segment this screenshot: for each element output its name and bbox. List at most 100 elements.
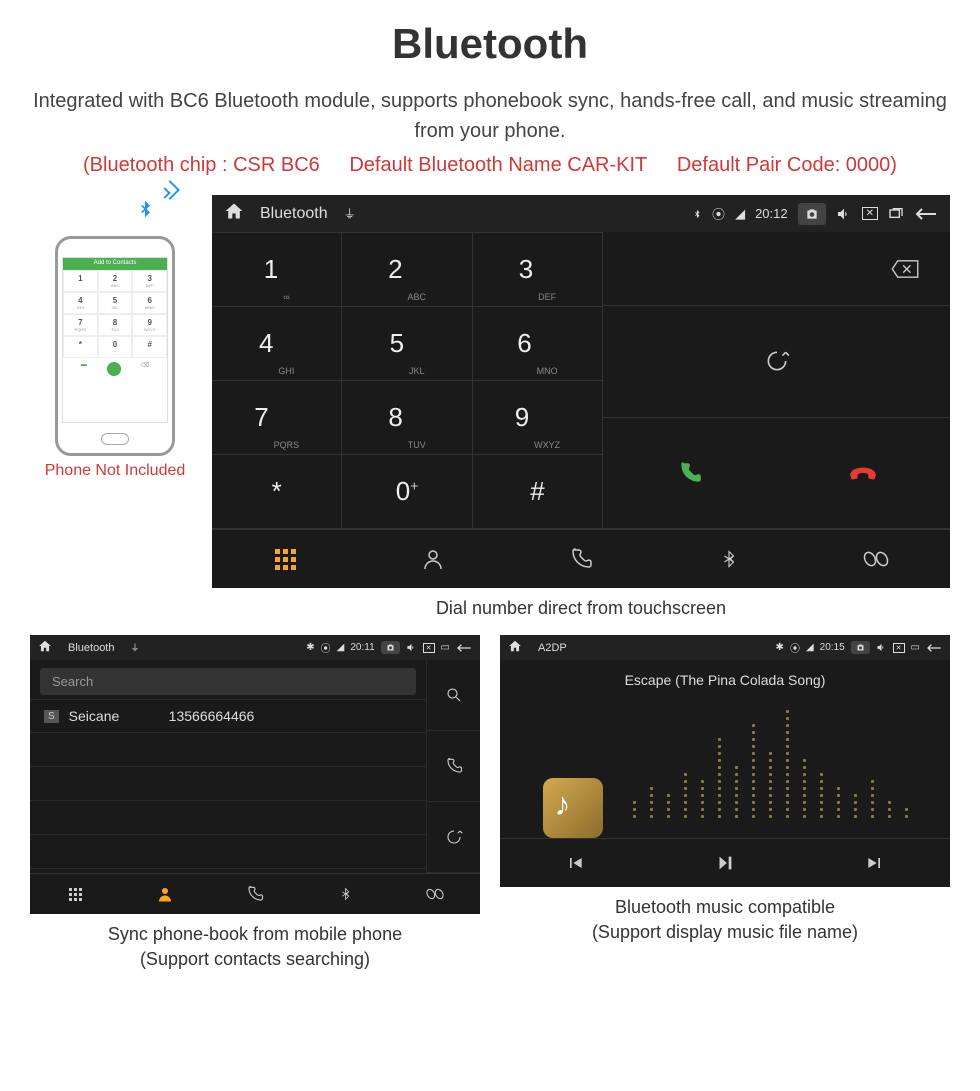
dialpad-key-5[interactable]: 5JKL: [342, 307, 472, 381]
phone-key: 2ABC: [98, 270, 133, 292]
usb-icon: ⏚: [130, 641, 139, 654]
phone-mockup-column: Add to Contacts 12ABC3DEF4GHI5JKL6MNO7PQ…: [30, 195, 200, 480]
viz-column: [701, 780, 704, 818]
nav-dialpad[interactable]: [212, 530, 360, 588]
volume-icon[interactable]: [836, 206, 852, 222]
side-search-button[interactable]: [426, 660, 480, 731]
dialpad-key-0[interactable]: 0+: [342, 455, 472, 529]
bluetooth-status-icon: [692, 207, 702, 221]
home-icon[interactable]: [38, 639, 52, 656]
dialer-caption: Dial number direct from touchscreen: [212, 596, 950, 621]
back-icon[interactable]: [926, 643, 942, 653]
music-visualizer: [543, 698, 908, 838]
camera-button[interactable]: [798, 203, 826, 225]
dialer-topbar: Bluetooth ⏚ ⦿ ◢ 20:12 ✕: [212, 195, 950, 232]
nav-dialpad[interactable]: [30, 874, 120, 914]
side-call-button[interactable]: [426, 731, 480, 802]
contact-row-empty: [30, 801, 426, 835]
phone-key: #: [132, 336, 167, 358]
description: Integrated with BC6 Bluetooth module, su…: [30, 86, 950, 146]
home-icon[interactable]: [224, 201, 244, 226]
topbar-title: Bluetooth: [260, 205, 328, 223]
viz-column: [786, 710, 789, 818]
location-icon: ⦿: [712, 204, 725, 223]
bluetooth-signal-icon: [135, 195, 155, 230]
home-icon[interactable]: [508, 639, 522, 656]
redial-button[interactable]: [603, 306, 950, 418]
dialpad-key-4[interactable]: 4GHI: [212, 307, 342, 381]
volume-icon[interactable]: [876, 642, 887, 653]
viz-column: [905, 808, 908, 818]
dialpad-key-7[interactable]: 7PQRS: [212, 381, 342, 455]
dialpad-key-#[interactable]: #: [473, 455, 603, 529]
close-icon[interactable]: ✕: [862, 207, 878, 220]
dialpad-key-9[interactable]: 9WXYZ: [473, 381, 603, 455]
nav-calllog[interactable]: [507, 530, 655, 588]
wifi-icon: ◢: [337, 642, 345, 653]
dialpad-key-1[interactable]: 1∞: [212, 233, 342, 307]
camera-button[interactable]: [381, 641, 400, 654]
dialpad-key-8[interactable]: 8TUV: [342, 381, 472, 455]
nav-contacts[interactable]: [120, 874, 210, 914]
location-icon: ⦿: [790, 640, 800, 655]
contact-row[interactable]: S Seicane 13566664466: [30, 700, 426, 733]
wifi-icon: ◢: [735, 206, 745, 222]
viz-column: [650, 787, 653, 818]
spec-btname: Default Bluetooth Name CAR-KIT: [349, 154, 647, 176]
viz-column: [769, 752, 772, 818]
camera-button[interactable]: [851, 641, 870, 654]
play-pause-button[interactable]: [650, 839, 800, 887]
volume-icon[interactable]: [406, 642, 417, 653]
dialpad-key-2[interactable]: 2ABC: [342, 233, 472, 307]
usb-icon: ⏚: [344, 205, 356, 222]
close-icon[interactable]: ✕: [423, 643, 435, 653]
spec-paircode: Default Pair Code: 0000): [677, 154, 897, 176]
contact-name: Seicane: [69, 708, 169, 724]
bottom-nav: [212, 529, 950, 588]
dialpad-key-*[interactable]: *: [212, 455, 342, 529]
hangup-button[interactable]: [777, 460, 950, 486]
viz-column: [633, 801, 636, 818]
dialpad-key-6[interactable]: 6MNO: [473, 307, 603, 381]
side-sync-button[interactable]: [426, 802, 480, 873]
nav-pair[interactable]: [802, 530, 950, 588]
phone-key: 5JKL: [98, 292, 133, 314]
viz-column: [888, 801, 891, 818]
contact-row-empty: [30, 767, 426, 801]
next-track-button[interactable]: [800, 839, 950, 887]
recents-icon[interactable]: ▭: [441, 642, 450, 653]
nav-bluetooth[interactable]: [655, 530, 803, 588]
phone-key: 4GHI: [63, 292, 98, 314]
clock-time: 20:15: [820, 642, 845, 653]
viz-column: [667, 794, 670, 818]
viz-column: [854, 794, 857, 818]
backspace-button[interactable]: [603, 232, 950, 306]
viz-column: [871, 780, 874, 818]
close-icon[interactable]: ✕: [893, 643, 905, 653]
recents-icon[interactable]: ▭: [911, 642, 920, 653]
contact-phone: 13566664466: [169, 708, 255, 724]
recents-icon[interactable]: [888, 206, 904, 222]
bluetooth-status-icon: ✱: [776, 642, 784, 653]
contact-list: S Seicane 13566664466: [30, 699, 426, 873]
dialpad-key-3[interactable]: 3DEF: [473, 233, 603, 307]
phone-key: 3DEF: [132, 270, 167, 292]
wifi-icon: ◢: [806, 642, 814, 653]
nav-pair[interactable]: [390, 874, 480, 914]
nav-calllog[interactable]: [210, 874, 300, 914]
back-icon[interactable]: [914, 207, 938, 221]
dialpad-grid: 1∞2ABC3DEF 4GHI5JKL6MNO 7PQRS8TUV9WXYZ *0+#: [212, 232, 603, 529]
phone-home-button: [101, 433, 129, 445]
search-input[interactable]: Search: [40, 668, 416, 695]
viz-column: [752, 724, 755, 818]
prev-track-button[interactable]: [500, 839, 650, 887]
phone-call-buttons: ▬ ⌫: [63, 358, 167, 380]
call-button[interactable]: [603, 460, 776, 486]
back-icon[interactable]: [456, 643, 472, 653]
topbar-title: Bluetooth: [68, 642, 114, 654]
contact-row-empty: [30, 835, 426, 869]
phone-not-included-label: Phone Not Included: [30, 462, 200, 480]
nav-contacts[interactable]: [360, 530, 508, 588]
bluetooth-status-icon: ✱: [306, 642, 314, 653]
nav-bluetooth[interactable]: [300, 874, 390, 914]
